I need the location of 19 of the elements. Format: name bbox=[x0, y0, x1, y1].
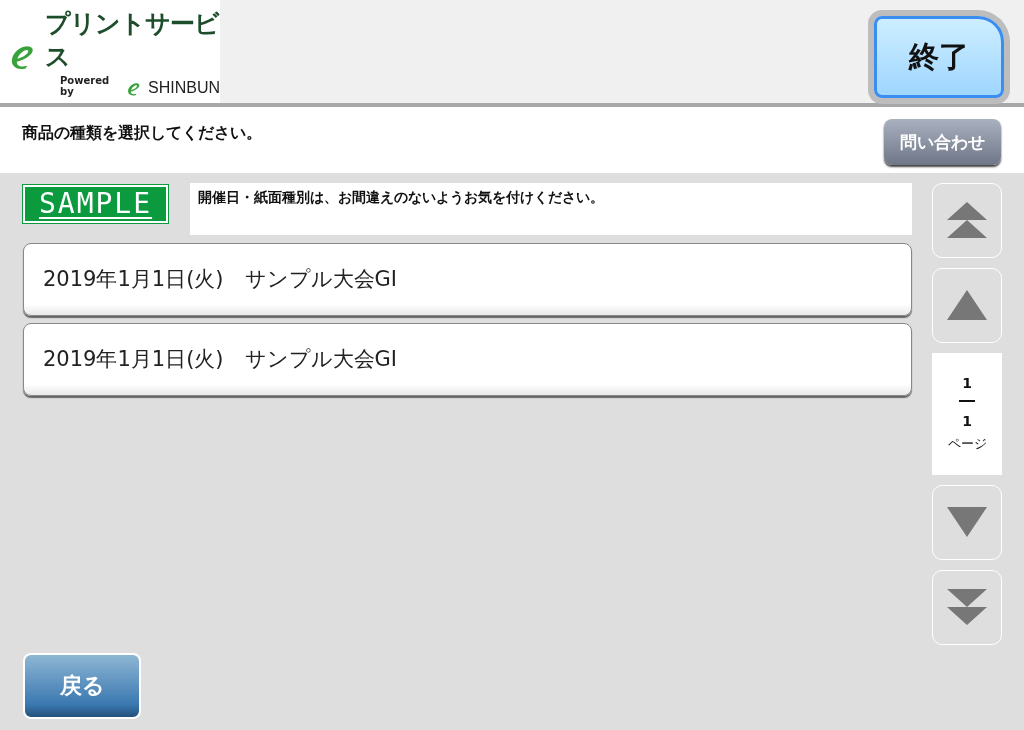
down-arrow-icon bbox=[947, 507, 987, 538]
first-page-button[interactable] bbox=[932, 182, 1002, 258]
sample-badge: SAMPLE bbox=[23, 184, 168, 223]
brand-logo-text: SHINBUN bbox=[148, 78, 220, 97]
page-unit-label: ページ bbox=[947, 434, 987, 453]
instruction-text: 商品の種類を選択してください。 bbox=[22, 123, 262, 144]
up-arrow-icon bbox=[947, 290, 987, 321]
product-list-item[interactable]: 2019年1月1日(火) サンプル大会GI bbox=[23, 242, 912, 316]
last-page-button[interactable] bbox=[932, 569, 1002, 645]
next-page-button[interactable] bbox=[932, 484, 1002, 560]
notice-text: 開催日・紙面種別は、お間違えのないようお気を付けください。 bbox=[190, 182, 912, 235]
current-page-number: 1 bbox=[962, 374, 972, 391]
powered-by-text: Powered by bbox=[60, 74, 111, 97]
total-page-number: 1 bbox=[962, 412, 972, 429]
previous-page-button[interactable] bbox=[932, 267, 1002, 343]
service-logo-text: プリントサービス bbox=[45, 7, 220, 73]
double-up-arrow-icon bbox=[947, 200, 987, 241]
double-down-arrow-icon bbox=[947, 587, 987, 628]
product-list-item[interactable]: 2019年1月1日(火) サンプル大会GI bbox=[23, 322, 912, 396]
